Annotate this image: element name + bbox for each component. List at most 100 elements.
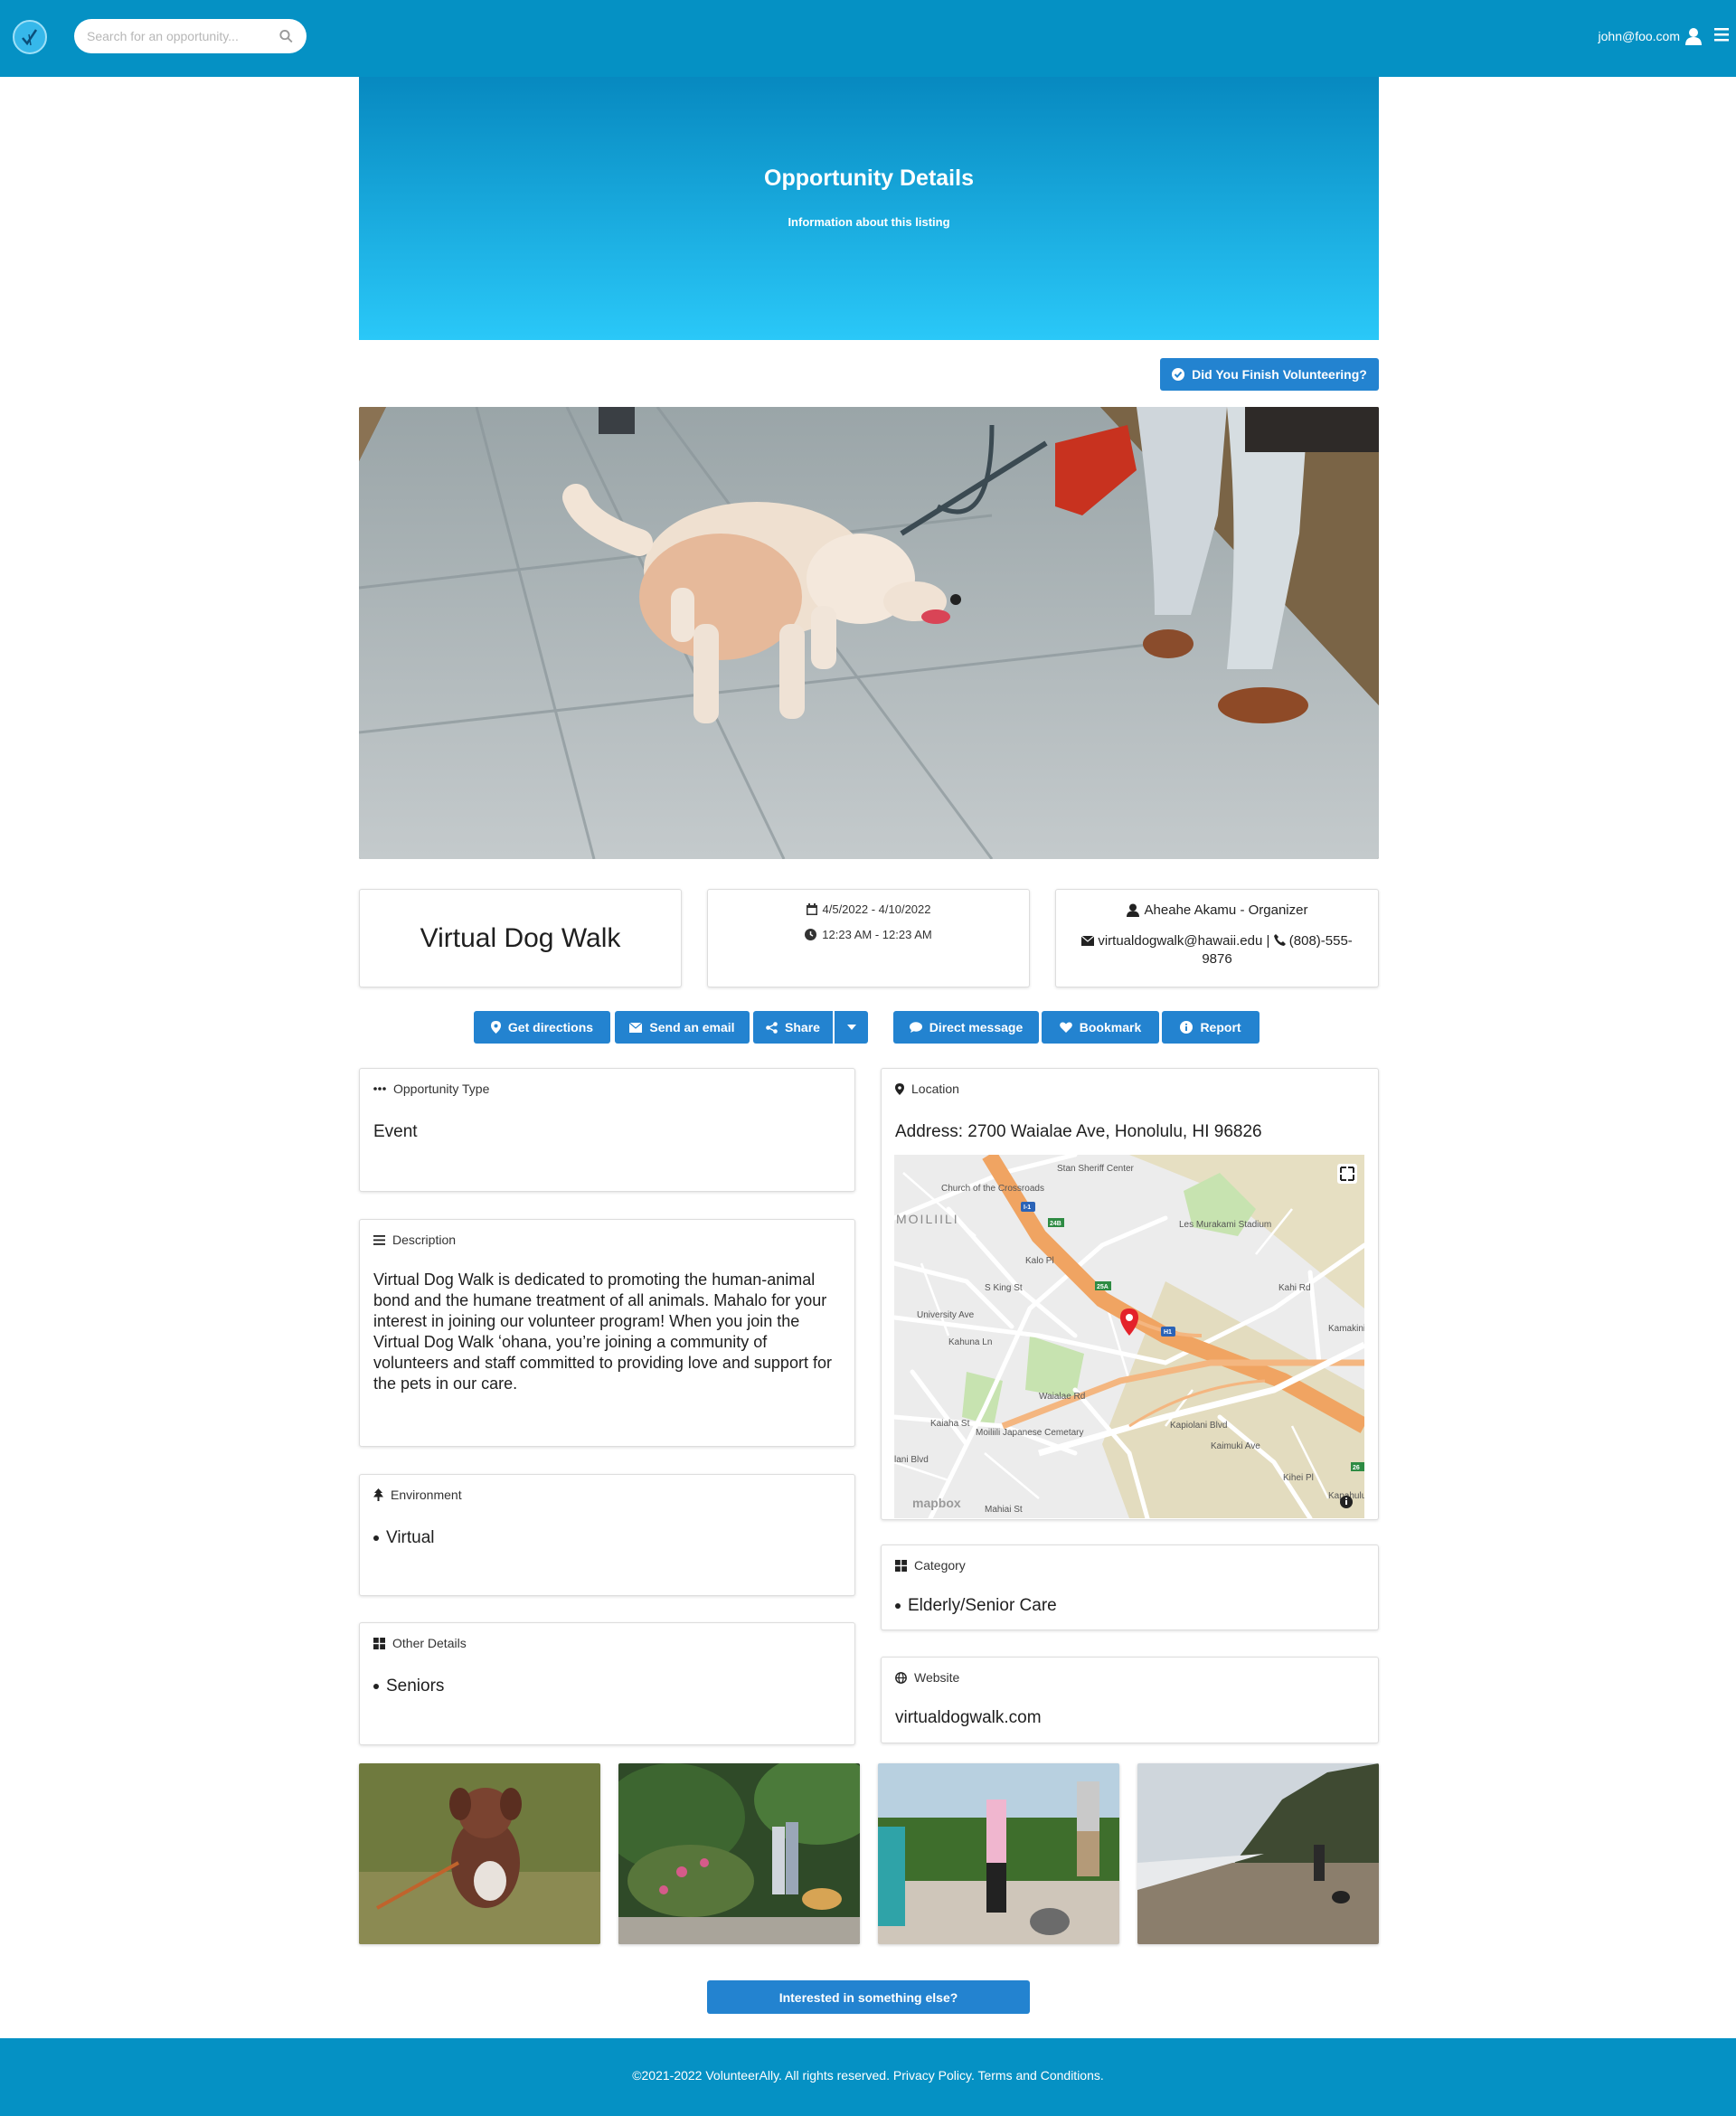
date-range: 4/5/2022 - 4/10/2022: [822, 902, 931, 916]
other-details-label: Other Details: [392, 1636, 467, 1650]
footer-text: ©2021-2022 VolunteerAlly. All rights res…: [632, 2068, 1104, 2083]
website-section: Website virtualdogwalk.com: [881, 1657, 1379, 1743]
globe-icon: [895, 1671, 907, 1684]
map-label: Kapiolani Blvd: [1170, 1421, 1227, 1431]
clock-icon: [805, 929, 817, 940]
page-subtitle: Information about this listing: [788, 215, 950, 229]
report-button[interactable]: Report: [1162, 1011, 1260, 1044]
environment-label: Environment: [391, 1488, 462, 1502]
share-dropdown-toggle[interactable]: [835, 1011, 868, 1044]
contact-separator: |: [1266, 933, 1270, 949]
search-icon[interactable]: [278, 28, 294, 44]
user-icon: [1126, 903, 1139, 917]
website-header: Website: [895, 1670, 959, 1685]
other-details-item: Seniors: [373, 1677, 444, 1696]
organizer-email[interactable]: virtualdogwalk@hawaii.edu: [1098, 933, 1262, 949]
location-map[interactable]: Stan Sheriff Center Church of the Crossr…: [894, 1155, 1364, 1518]
map-shield: I-1: [1024, 1204, 1031, 1211]
grid-icon: [895, 1559, 907, 1572]
map-label: Stan Sheriff Center: [1057, 1164, 1135, 1174]
website-label: Website: [914, 1670, 960, 1685]
map-pin-icon: [490, 1021, 501, 1034]
opportunity-title: Virtual Dog Walk: [420, 922, 621, 953]
category-header: Category: [895, 1558, 966, 1573]
opportunity-type-value: Event: [373, 1122, 418, 1141]
description-section: Description Virtual Dog Walk is dedicate…: [359, 1219, 855, 1447]
user-icon[interactable]: [1685, 27, 1702, 45]
map-shield: H1: [1164, 1329, 1172, 1336]
category-section: Category Elderly/Senior Care: [881, 1544, 1379, 1630]
time-range: 12:23 AM - 12:23 AM: [822, 928, 932, 941]
bookmark-button[interactable]: Bookmark: [1042, 1011, 1159, 1044]
map-label: lani Blvd: [894, 1455, 929, 1465]
grid-icon: [373, 1637, 385, 1649]
footer: ©2021-2022 VolunteerAlly. All rights res…: [0, 2038, 1736, 2116]
fullscreen-icon[interactable]: [1337, 1164, 1357, 1184]
send-email-button[interactable]: Send an email: [615, 1011, 750, 1044]
envelope-icon: [1080, 935, 1095, 946]
ellipsis-icon: [373, 1087, 386, 1091]
top-navbar: john@foo.com: [0, 0, 1736, 77]
gallery-photo-1[interactable]: [359, 1763, 600, 1944]
website-link[interactable]: virtualdogwalk.com: [895, 1708, 1042, 1728]
envelope-icon: [629, 1022, 643, 1033]
share-label: Share: [785, 1020, 820, 1034]
opportunity-type-label: Opportunity Type: [393, 1082, 490, 1096]
finish-volunteering-label: Did You Finish Volunteering?: [1192, 367, 1367, 382]
finish-volunteering-button[interactable]: Did You Finish Volunteering?: [1160, 358, 1379, 391]
info-circle-icon: [1180, 1021, 1194, 1034]
category-item: Elderly/Senior Care: [895, 1596, 1057, 1616]
hero-banner: Opportunity Details Information about th…: [359, 77, 1379, 340]
gallery-photo-3[interactable]: [878, 1763, 1119, 1944]
environment-item: Virtual: [373, 1528, 435, 1548]
phone-icon: [1273, 934, 1286, 946]
search-box[interactable]: [74, 19, 307, 53]
map-label: MOILIILI: [896, 1212, 959, 1226]
opportunity-type-header: Opportunity Type: [373, 1082, 489, 1096]
map-label: Kahuna Ln: [948, 1337, 992, 1347]
search-input[interactable]: [87, 29, 279, 43]
organizer-name: Aheahe Akamu - Organizer: [1144, 902, 1308, 918]
description-header: Description: [373, 1233, 456, 1247]
map-label: Kaiaha St: [930, 1419, 970, 1429]
get-directions-label: Get directions: [507, 1020, 594, 1034]
caret-down-icon: [846, 1025, 856, 1030]
logo-icon[interactable]: [13, 20, 47, 54]
map-pin-icon: [895, 1082, 904, 1095]
align-left-icon: [373, 1234, 385, 1245]
heart-icon: [1059, 1022, 1072, 1033]
menu-icon[interactable]: [1714, 27, 1729, 42]
direct-message-button[interactable]: Direct message: [893, 1011, 1039, 1044]
mapbox-logo[interactable]: mapbox: [912, 1496, 961, 1510]
date-time-card: 4/5/2022 - 4/10/2022 12:23 AM - 12:23 AM: [707, 889, 1030, 987]
map-label: Church of the Crossroads: [941, 1184, 1044, 1194]
share-button[interactable]: Share: [753, 1011, 833, 1044]
other-details-header: Other Details: [373, 1636, 467, 1650]
interested-something-else-button[interactable]: Interested in something else?: [707, 1980, 1030, 2014]
map-label: Moiliili Japanese Cemetary: [976, 1428, 1084, 1438]
map-label: Kamakini: [1328, 1324, 1364, 1334]
opportunity-photo: [359, 407, 1379, 859]
map-label: Kaimuki Ave: [1211, 1441, 1260, 1451]
get-directions-button[interactable]: Get directions: [474, 1011, 610, 1044]
environment-section: Environment Virtual: [359, 1474, 855, 1596]
map-label: Waialae Rd: [1039, 1392, 1085, 1402]
comment-icon: [909, 1022, 922, 1033]
page-title: Opportunity Details: [764, 165, 974, 191]
opportunity-type-section: Opportunity Type Event: [359, 1068, 855, 1192]
map-label: University Ave: [917, 1310, 975, 1320]
map-label: Mahiai St: [985, 1505, 1023, 1515]
map-label: S King St: [985, 1283, 1023, 1293]
description-label: Description: [392, 1233, 457, 1247]
gallery-photo-2[interactable]: [618, 1763, 860, 1944]
send-email-label: Send an email: [649, 1020, 735, 1034]
map-label: Kalo Pl: [1025, 1256, 1054, 1266]
opportunity-title-card: Virtual Dog Walk: [359, 889, 682, 987]
map-shield: 25A: [1097, 1284, 1109, 1290]
gallery-photo-4[interactable]: [1137, 1763, 1379, 1944]
description-text: Virtual Dog Walk is dedicated to promoti…: [373, 1271, 832, 1393]
map-label: Kihei Pl: [1283, 1473, 1314, 1483]
other-details-section: Other Details Seniors: [359, 1622, 855, 1745]
user-email[interactable]: john@foo.com: [1599, 29, 1680, 43]
direct-message-label: Direct message: [929, 1020, 1024, 1034]
